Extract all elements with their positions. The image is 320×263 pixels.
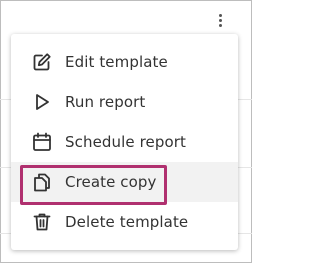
context-menu: Edit template Run report Schedule report: [11, 34, 238, 250]
menu-item-label: Delete template: [65, 213, 189, 231]
kebab-dot: [218, 18, 222, 22]
menu-item-edit-template[interactable]: Edit template: [11, 42, 238, 82]
menu-item-label: Run report: [65, 93, 146, 111]
kebab-dot: [218, 23, 222, 27]
highlight-box: [20, 165, 167, 205]
kebab-dot: [218, 13, 222, 17]
menu-item-run-report[interactable]: Run report: [11, 82, 238, 122]
menu-item-schedule-report[interactable]: Schedule report: [11, 122, 238, 162]
play-icon: [31, 91, 53, 113]
edit-icon: [31, 51, 53, 73]
more-options-icon[interactable]: [212, 10, 228, 30]
menu-item-label: Schedule report: [65, 133, 187, 151]
trash-icon: [31, 211, 53, 233]
calendar-icon: [31, 131, 53, 153]
menu-item-label: Edit template: [65, 53, 168, 71]
menu-item-delete-template[interactable]: Delete template: [11, 202, 238, 242]
